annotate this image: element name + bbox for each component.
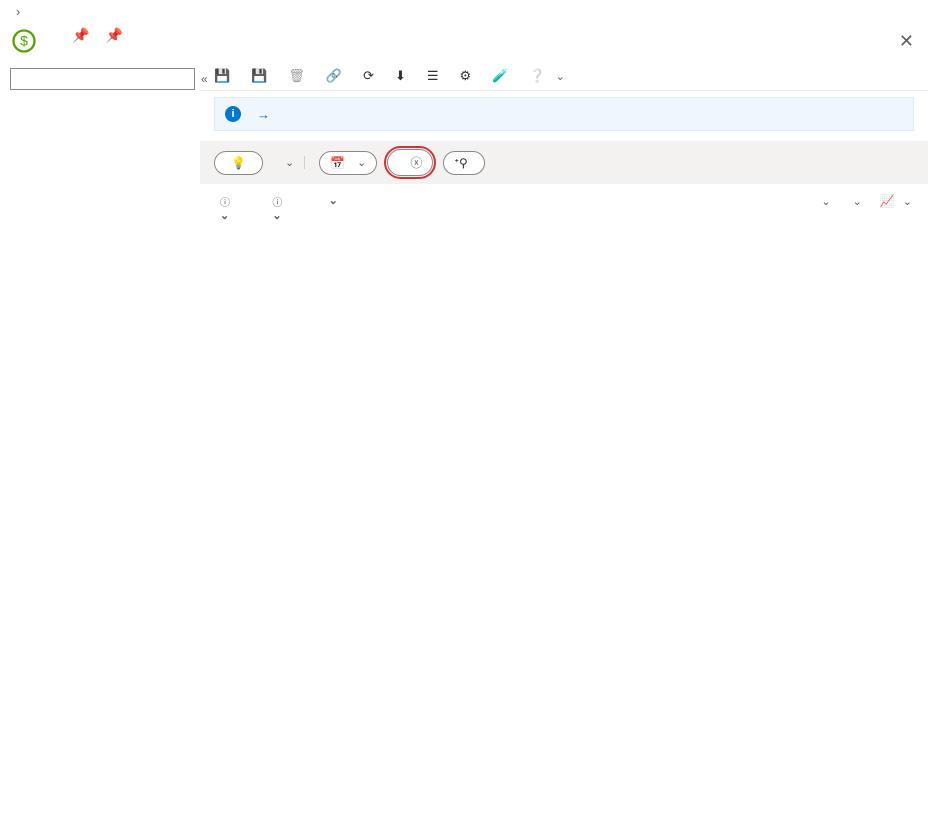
info-icon: i — [225, 106, 241, 122]
cost-scope-icon: $ — [10, 27, 38, 55]
chevron-right-icon: › — [16, 4, 20, 19]
filter-icon: ᐩ⚲ — [454, 156, 467, 170]
toolbar: 💾 💾 🗑 🔗 ⟳ ⬇ ☰ ⚙ 🧪 ❔ ⌄ — [200, 62, 928, 91]
cost-chart — [216, 226, 912, 566]
feedback-info-bar[interactable]: i → — [214, 97, 914, 131]
help-button[interactable]: ❔ ⌄ — [529, 68, 564, 84]
view-selector[interactable]: ⌄ — [273, 156, 305, 169]
add-filter-button[interactable]: ᐩ⚲ — [443, 151, 484, 175]
info-icon[interactable]: ⓘ — [272, 194, 282, 209]
chevron-down-icon[interactable]: ⌄ — [220, 209, 229, 222]
cost-by-resource-button[interactable]: ☰ — [427, 68, 444, 84]
stat-forecast: ⓘ ⌄ — [268, 194, 282, 222]
lightbulb-icon: 💡 — [231, 156, 246, 170]
share-button[interactable]: 🔗 — [326, 68, 347, 84]
download-button[interactable]: ⬇ — [395, 68, 411, 84]
stats-row: ⓘ ⌄ ⓘ ⌄ ⌄ ⌄ ⌄ 📈 ⌄ — [200, 184, 928, 226]
granularity-selector[interactable]: ⌄ — [849, 195, 862, 208]
pin-icon[interactable]: 📌 — [72, 27, 89, 44]
pin-icon-alt[interactable]: 📌 — [105, 27, 122, 44]
refresh-button[interactable]: ⟳ — [363, 68, 379, 84]
chevron-down-icon[interactable]: ⌄ — [329, 194, 338, 207]
stat-actual-cost: ⓘ ⌄ — [216, 194, 230, 222]
cards-row — [200, 596, 928, 612]
calendar-icon: 📅 — [330, 156, 345, 170]
page-header: $ 📌 📌 ✕ — [0, 23, 928, 62]
filter-row: 💡 ⌄ 📅 ⌄ ⓧ ᐩ⚲ — [200, 141, 928, 184]
save-button[interactable]: 💾 — [214, 68, 235, 84]
close-icon[interactable]: ✕ — [895, 27, 918, 56]
chevron-down-icon[interactable]: ⌄ — [272, 209, 281, 222]
stat-budget: ⌄ — [321, 194, 338, 207]
save-as-button[interactable]: 💾 — [251, 68, 272, 84]
date-pill[interactable]: 📅 ⌄ — [319, 151, 377, 175]
scope-pill[interactable]: 💡 — [214, 151, 263, 175]
chart-type-selector[interactable]: 📈 ⌄ — [880, 194, 912, 208]
settings-button[interactable]: ⚙ — [460, 68, 477, 84]
try-preview-button[interactable]: 🧪 — [492, 68, 513, 84]
arrow-right-icon: → — [257, 107, 270, 122]
group-by-selector[interactable]: ⌄ — [817, 195, 830, 208]
delete-view-button: 🗑 — [288, 68, 310, 84]
svg-text:$: $ — [20, 33, 28, 49]
breadcrumb: › — [0, 0, 928, 23]
chart-legend — [200, 566, 928, 596]
page-title: 📌 📌 — [44, 27, 123, 44]
chart-area-icon: 📈 — [880, 194, 895, 208]
sidebar: 🔍 « — [0, 62, 200, 612]
remove-filter-icon[interactable]: ⓧ — [410, 154, 422, 171]
main-content: 💾 💾 🗑 🔗 ⟳ ⬇ ☰ ⚙ 🧪 ❔ ⌄ i → 💡 — [200, 62, 928, 612]
service-filter-pill[interactable]: ⓧ — [387, 149, 433, 176]
info-icon[interactable]: ⓘ — [220, 194, 230, 209]
search-input[interactable] — [10, 68, 195, 90]
